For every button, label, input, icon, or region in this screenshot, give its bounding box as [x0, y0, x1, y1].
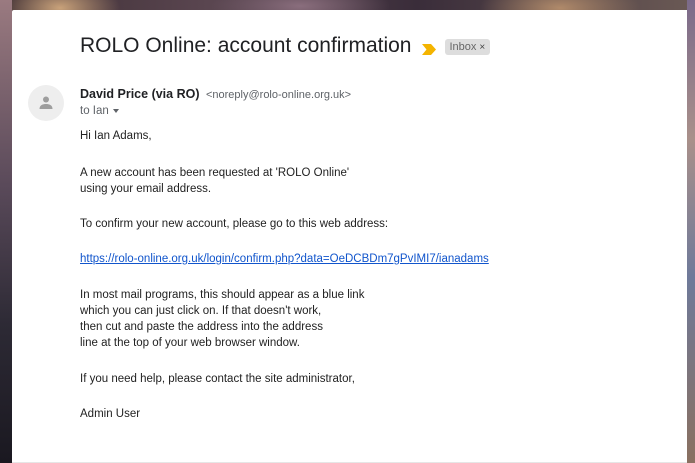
body-paragraph-3-line-3: then cut and paste the address into the … — [80, 321, 323, 333]
email-subject: ROLO Online: account confirmation — [80, 34, 412, 57]
remove-label-icon[interactable]: × — [479, 42, 485, 53]
person-avatar-icon — [39, 96, 53, 109]
recipient-line[interactable]: to Ian — [80, 105, 119, 117]
inbox-label-text: Inbox — [449, 41, 477, 53]
email-view: ROLO Online: account confirmation Inbox … — [12, 10, 687, 463]
sender-line: David Price (via RO) <noreply@rolo-onlin… — [80, 87, 351, 101]
sender-avatar[interactable] — [28, 85, 64, 121]
chevron-down-icon[interactable] — [112, 109, 119, 113]
important-marker-icon[interactable] — [421, 42, 436, 55]
body-paragraph-2: To confirm your new account, please go t… — [80, 218, 389, 230]
subject-row: ROLO Online: account confirmation Inbox … — [80, 34, 491, 58]
background-right-edge — [687, 0, 695, 463]
inbox-label-chip[interactable]: Inbox × — [444, 39, 491, 55]
body-paragraph-3-line-2: which you can just click on. If that doe… — [80, 305, 322, 317]
body-paragraph-3-line-4: line at the top of your web browser wind… — [80, 337, 300, 349]
body-paragraph-1-line-2: using your email address. — [80, 183, 212, 195]
sender-email: <noreply@rolo-online.org.uk> — [205, 89, 352, 101]
body-paragraph-1-line-1: A new account has been requested at 'ROL… — [80, 167, 350, 179]
signature: Admin User — [80, 408, 141, 420]
recipient-text: to Ian — [80, 105, 109, 117]
body-greeting: Hi Ian Adams, — [80, 130, 152, 142]
sender-name[interactable]: David Price (via RO) — [80, 87, 200, 101]
body-paragraph-3-line-1: In most mail programs, this should appea… — [80, 289, 365, 301]
confirmation-link-row: https://rolo-online.org.uk/login/confirm… — [80, 251, 489, 267]
body-paragraph-4: If you need help, please contact the sit… — [80, 373, 355, 385]
background-left-edge — [0, 0, 12, 463]
confirmation-link[interactable]: https://rolo-online.org.uk/login/confirm… — [80, 253, 489, 265]
